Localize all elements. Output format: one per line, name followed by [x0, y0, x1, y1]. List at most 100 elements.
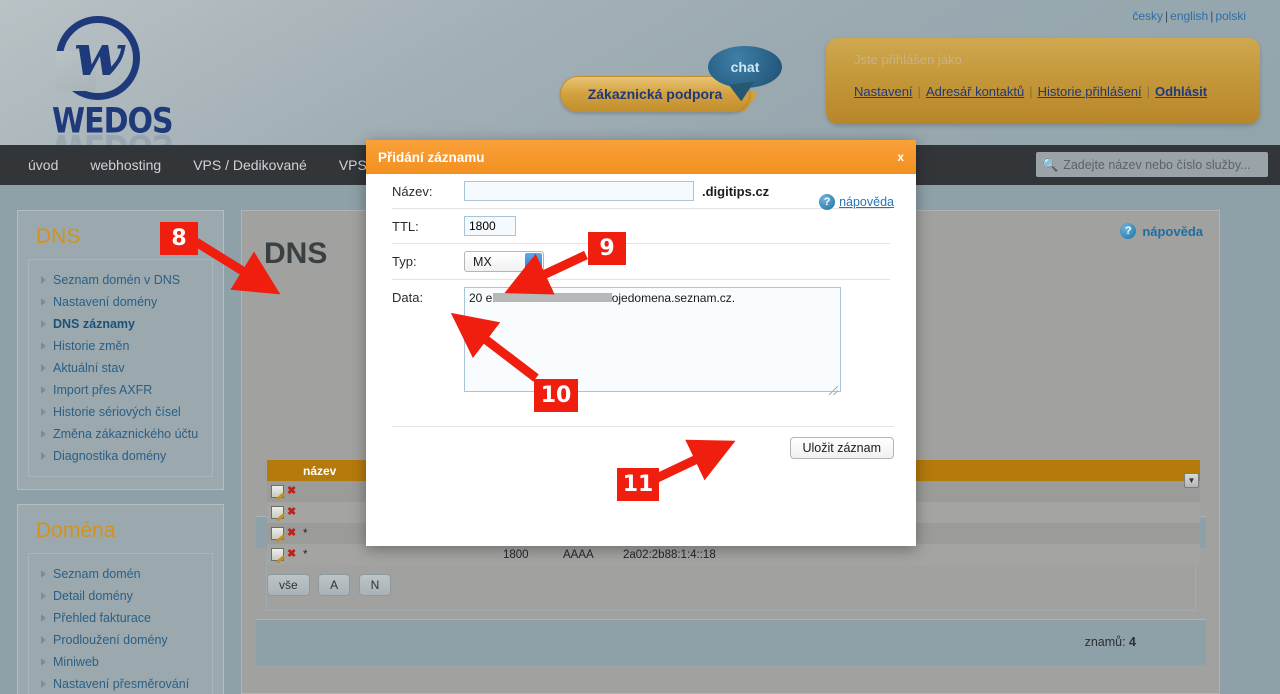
delete-icon[interactable]: ✖	[287, 486, 296, 497]
row-actions: ✖	[267, 548, 303, 561]
cell-data: 2a02:2b88:1:4::18	[623, 548, 716, 561]
chat-bubble-button[interactable]: chat	[708, 46, 782, 88]
sidebar-item-label: Diagnostika domény	[53, 449, 167, 463]
data-textarea[interactable]: 20 e 4d.mx2.mojedomena.seznam.cz.	[464, 287, 841, 392]
ulink-sep-2: |	[1029, 84, 1033, 99]
modal-help-link[interactable]: ? nápověda	[819, 194, 894, 210]
question-mark-icon: ?	[819, 194, 836, 210]
user-box: Jste přihlášen jako Nastavení | Adresář ko…	[826, 38, 1260, 124]
type-chip-a[interactable]: A	[318, 574, 351, 596]
sidebar-item-diagnostika-domeny[interactable]: Diagnostika domény	[29, 445, 212, 467]
delete-icon[interactable]: ✖	[287, 549, 296, 560]
annotation-badge-9: 9	[588, 232, 626, 265]
ttl-input[interactable]	[464, 216, 516, 236]
field-row-nazev: Název: .digitips.cz	[392, 174, 890, 209]
nazev-input[interactable]	[464, 181, 694, 201]
sidebar-title-domena: Doména	[36, 519, 116, 542]
sidebar-item-seznam-domen-v-dns[interactable]: Seznam domén v DNS	[29, 269, 212, 291]
label-ttl: TTL:	[392, 219, 419, 234]
close-icon[interactable]: x	[897, 150, 904, 164]
logo-w-glyph: w	[74, 21, 124, 89]
main-help-link[interactable]: ? nápověda	[1120, 223, 1203, 239]
sidebar-item-historie-zmen[interactable]: Historie změn	[29, 335, 212, 357]
save-record-button[interactable]: Uložit záznam	[789, 437, 894, 459]
nav-item-uvod[interactable]: úvod	[12, 157, 74, 173]
sidebar-item-label: Prodloužení domény	[53, 633, 168, 647]
bullet-arrow-icon	[41, 592, 46, 600]
wedos-logo[interactable]: w WEDOS WEDOS	[30, 16, 174, 165]
count-band: znamů: 4	[256, 619, 1206, 665]
resize-handle[interactable]	[829, 386, 838, 395]
bullet-arrow-icon	[41, 320, 46, 328]
sidebar-item-label: Nastavení přesměrování	[53, 677, 190, 691]
label-nazev: Název:	[392, 184, 433, 199]
type-chip-n[interactable]: N	[358, 574, 392, 596]
sidebar-item-label: Historie změn	[53, 339, 130, 353]
sidebar-item-prehled-fakturace[interactable]: Přehled fakturace	[29, 607, 212, 629]
bullet-arrow-icon	[41, 408, 46, 416]
lang-cesky[interactable]: česky	[1132, 9, 1163, 23]
app-root: česky|english|polski w WEDOS WEDOS Zákaz…	[0, 0, 1280, 694]
sidebar-item-historie-seriovych-cisel[interactable]: Historie sériových čísel	[29, 401, 212, 423]
chevron-down-icon[interactable]: ▼	[1184, 472, 1199, 488]
redaction-bar	[493, 293, 612, 302]
record-count: znamů: 4	[1085, 635, 1136, 649]
sidebar-item-prodlouzeni-domeny[interactable]: Prodloužení domény	[29, 629, 212, 651]
bullet-arrow-icon	[41, 386, 46, 394]
edit-icon[interactable]	[271, 548, 284, 561]
cell-ttl: 1800	[503, 548, 529, 561]
service-search-input[interactable]: 🔍 Zadejte název nebo číslo služby...	[1036, 152, 1268, 177]
edit-icon[interactable]	[271, 527, 284, 540]
sidebar-item-label: Miniweb	[53, 655, 99, 669]
ulink-sep-3: |	[1146, 84, 1151, 99]
sidebar-item-zmena-zakaznickeho-uctu[interactable]: Změna zákaznického účtu	[29, 423, 212, 445]
sidebar-list-domena: Seznam domén Detail domény Přehled faktu…	[28, 553, 213, 694]
sidebar-item-miniweb[interactable]: Miniweb	[29, 651, 212, 673]
sidebar-item-import-pres-axfr[interactable]: Import přes AXFR	[29, 379, 212, 401]
nav-item-webhosting[interactable]: webhosting	[74, 157, 177, 173]
search-icon: 🔍	[1042, 156, 1059, 172]
type-chip-vse[interactable]: vše	[267, 574, 310, 596]
delete-icon[interactable]: ✖	[287, 528, 296, 539]
sidebar-item-nastaveni-presmerovani[interactable]: Nastavení přesměrování	[29, 673, 212, 694]
ulink-sep-1: |	[917, 84, 921, 99]
main-help-label: nápověda	[1142, 223, 1203, 239]
bullet-arrow-icon	[41, 298, 46, 306]
link-nastaveni[interactable]: Nastavení	[854, 84, 913, 99]
sidebar-item-label: Seznam domén	[53, 567, 141, 581]
edit-icon[interactable]	[271, 506, 284, 519]
sidebar-item-label: DNS záznamy	[53, 317, 135, 331]
link-historie-prihlaseni[interactable]: Historie přihlášení	[1038, 84, 1142, 99]
bullet-arrow-icon	[41, 276, 46, 284]
bullet-arrow-icon	[41, 658, 46, 666]
row-actions: ✖	[267, 506, 303, 519]
link-adresar-kontaktu[interactable]: Adresář kontaktů	[926, 84, 1024, 99]
sidebar-item-nastaveni-domeny[interactable]: Nastavení domény	[29, 291, 212, 313]
sidebar: DNS Seznam domén v DNS Nastavení domény …	[17, 210, 224, 694]
bullet-arrow-icon	[41, 680, 46, 688]
sidebar-item-dns-zaznamy[interactable]: DNS záznamy	[29, 313, 212, 335]
nav-item-vps-dedikovane[interactable]: VPS / Dedikované	[177, 157, 323, 173]
stepper-updown-icon[interactable]: ▴ ▾	[525, 253, 542, 270]
label-data: Data:	[392, 290, 424, 305]
edit-icon[interactable]	[271, 485, 284, 498]
sidebar-item-label: Detail domény	[53, 589, 133, 603]
modal-help-label[interactable]: nápověda	[839, 195, 894, 209]
annotation-badge-8: 8	[160, 222, 198, 255]
field-row-typ: Typ: MX ▴ ▾	[392, 244, 890, 280]
sidebar-item-detail-domeny[interactable]: Detail domény	[29, 585, 212, 607]
bullet-arrow-icon	[41, 452, 46, 460]
modal-header: Přidání záznamu x	[366, 140, 916, 174]
lang-polski[interactable]: polski	[1215, 9, 1246, 23]
typ-select[interactable]: MX ▴ ▾	[464, 251, 544, 272]
delete-icon[interactable]: ✖	[287, 507, 296, 518]
sidebar-item-seznam-domen[interactable]: Seznam domén	[29, 563, 212, 585]
modal-title: Přidání záznamu	[378, 149, 485, 165]
sidebar-item-label: Přehled fakturace	[53, 611, 151, 625]
label-typ: Typ:	[392, 254, 417, 269]
record-count-text: znamů:	[1084, 635, 1126, 649]
link-odhlasit[interactable]: Odhlásit	[1155, 84, 1207, 99]
table-row[interactable]: ✖ * 1800 AAAA 2a02:2b88:1:4::18	[267, 544, 1200, 565]
lang-english[interactable]: english	[1170, 9, 1208, 23]
sidebar-item-aktualni-stav[interactable]: Aktuální stav	[29, 357, 212, 379]
